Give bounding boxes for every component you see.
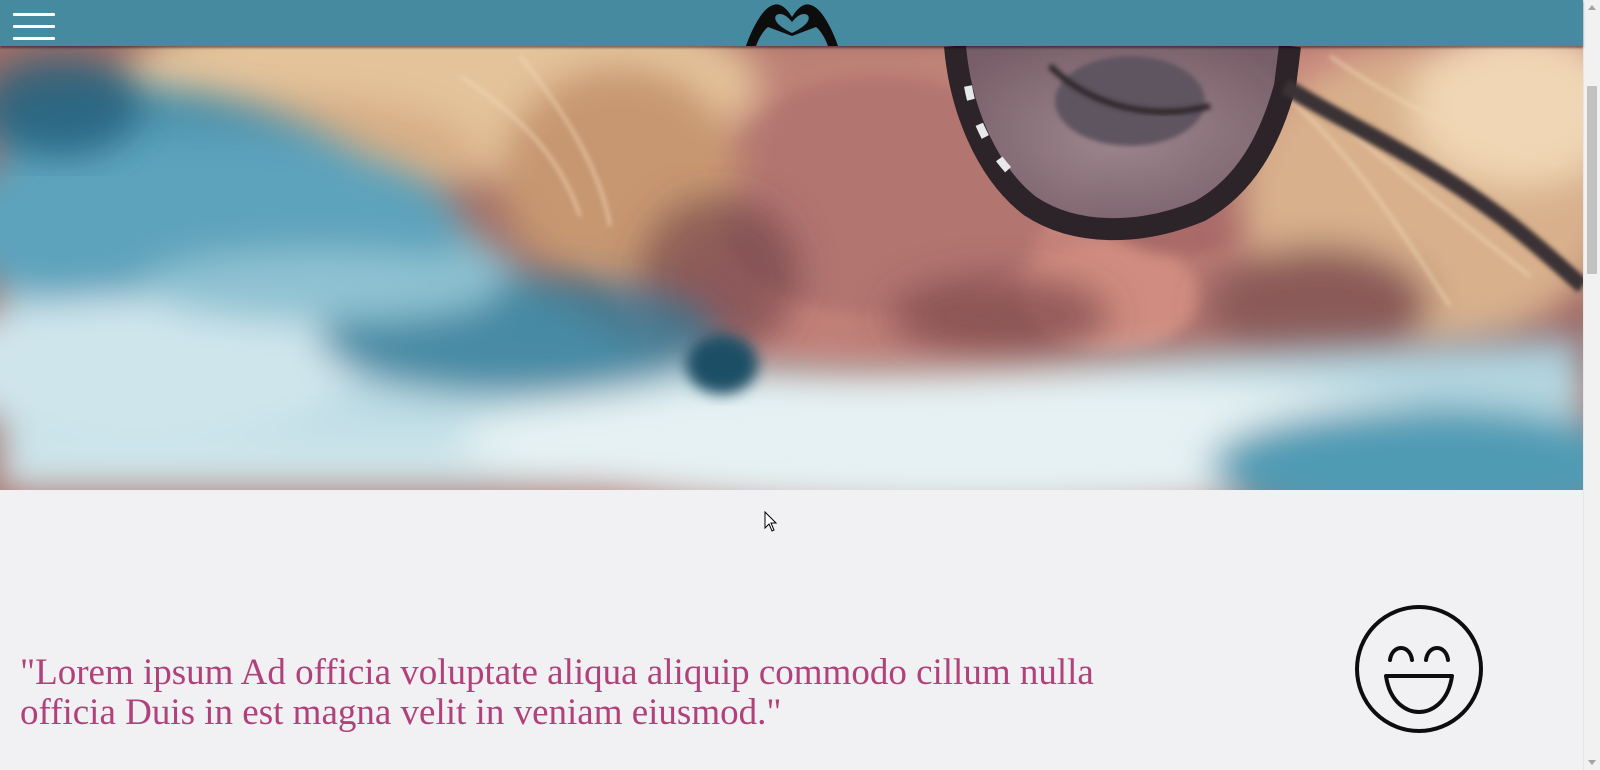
menu-line [13,37,55,40]
top-navigation-bar [0,0,1583,46]
page: "Lorem ipsum Ad officia voluptate aliqua… [0,0,1600,770]
scrollbar-thumb[interactable] [1587,86,1597,274]
mouse-cursor-icon [764,511,778,532]
testimonial-quote: "Lorem ipsum Ad officia voluptate aliqua… [20,652,1094,733]
vertical-scrollbar[interactable] [1583,0,1600,770]
scroll-down-arrow-icon[interactable] [1588,760,1596,765]
menu-line [13,13,55,16]
menu-line [13,25,55,28]
smiley-face-icon [1354,604,1484,734]
hamburger-menu-icon[interactable] [13,12,55,42]
testimonial-section: "Lorem ipsum Ad officia voluptate aliqua… [0,490,1583,770]
scroll-up-arrow-icon[interactable] [1588,5,1596,10]
heart-hands-logo-icon[interactable] [744,0,840,46]
hero-image [0,46,1583,490]
